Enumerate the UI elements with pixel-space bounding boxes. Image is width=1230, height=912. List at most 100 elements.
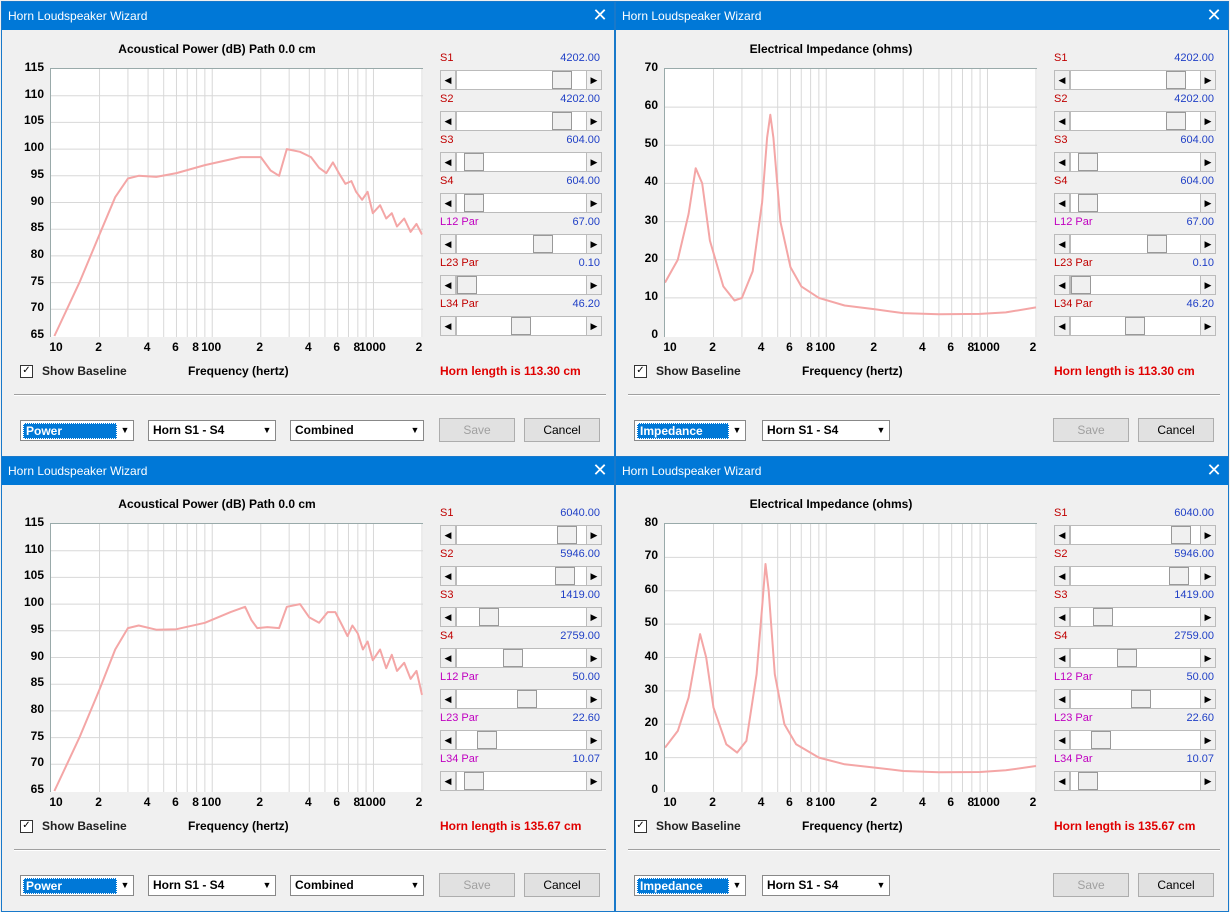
chevron-down-icon[interactable]: ▼ [117, 421, 133, 440]
scroll-left-arrow[interactable]: ◀ [440, 275, 456, 295]
slider-thumb[interactable] [1071, 276, 1091, 294]
slider-thumb[interactable] [1078, 194, 1099, 212]
combination-select[interactable]: Combined ▼ [290, 420, 424, 441]
scroll-left-arrow[interactable]: ◀ [440, 648, 456, 668]
scroll-right-arrow[interactable]: ▶ [1200, 566, 1216, 586]
scroll-left-arrow[interactable]: ◀ [440, 111, 456, 131]
slider-thumb[interactable] [510, 317, 531, 335]
scroll-right-arrow[interactable]: ▶ [1200, 730, 1216, 750]
slider-thumb[interactable] [516, 690, 537, 708]
scroll-left-arrow[interactable]: ◀ [440, 193, 456, 213]
scroll-left-arrow[interactable]: ◀ [440, 525, 456, 545]
scroll-left-arrow[interactable]: ◀ [1054, 566, 1070, 586]
slider-thumb[interactable] [554, 567, 575, 585]
scroll-right-arrow[interactable]: ▶ [1200, 771, 1216, 791]
scroll-right-arrow[interactable]: ▶ [586, 730, 602, 750]
slider-track[interactable] [1070, 70, 1216, 90]
slider-track[interactable] [1070, 193, 1216, 213]
scroll-right-arrow[interactable]: ▶ [1200, 689, 1216, 709]
save-button[interactable]: Save [1053, 418, 1129, 442]
scroll-left-arrow[interactable]: ◀ [440, 152, 456, 172]
scroll-left-arrow[interactable]: ◀ [1054, 111, 1070, 131]
checkbox-box[interactable]: ✓ [634, 820, 647, 833]
scroll-left-arrow[interactable]: ◀ [440, 689, 456, 709]
slider-track[interactable] [1070, 689, 1216, 709]
scroll-right-arrow[interactable]: ▶ [586, 193, 602, 213]
slider-thumb[interactable] [552, 112, 573, 130]
scroll-right-arrow[interactable]: ▶ [586, 70, 602, 90]
slider-thumb[interactable] [1090, 731, 1111, 749]
slider-thumb[interactable] [557, 526, 578, 544]
checkbox-box[interactable]: ✓ [634, 365, 647, 378]
scroll-left-arrow[interactable]: ◀ [440, 730, 456, 750]
slider-track[interactable] [1070, 275, 1216, 295]
slider-thumb[interactable] [1117, 649, 1138, 667]
slider-track[interactable] [456, 70, 602, 90]
scroll-left-arrow[interactable]: ◀ [1054, 525, 1070, 545]
display-mode-select[interactable]: Impedance ▼ [634, 875, 746, 896]
slider-track[interactable] [1070, 111, 1216, 131]
scroll-left-arrow[interactable]: ◀ [440, 607, 456, 627]
scroll-right-arrow[interactable]: ▶ [586, 607, 602, 627]
slider-track[interactable] [456, 234, 602, 254]
chevron-down-icon[interactable]: ▼ [407, 421, 423, 440]
scroll-left-arrow[interactable]: ◀ [1054, 648, 1070, 668]
scroll-right-arrow[interactable]: ▶ [1200, 607, 1216, 627]
display-mode-select[interactable]: Power ▼ [20, 420, 134, 441]
horn-section-select[interactable]: Horn S1 - S4 ▼ [762, 875, 890, 896]
scroll-left-arrow[interactable]: ◀ [1054, 70, 1070, 90]
slider-track[interactable] [1070, 566, 1216, 586]
slider-track[interactable] [1070, 730, 1216, 750]
close-button[interactable]: ✕ [586, 457, 614, 485]
slider-track[interactable] [456, 689, 602, 709]
scroll-right-arrow[interactable]: ▶ [586, 152, 602, 172]
slider-thumb[interactable] [1092, 608, 1113, 626]
scroll-right-arrow[interactable]: ▶ [586, 648, 602, 668]
chevron-down-icon[interactable]: ▼ [873, 876, 889, 895]
scroll-left-arrow[interactable]: ◀ [440, 771, 456, 791]
scroll-right-arrow[interactable]: ▶ [1200, 648, 1216, 668]
scroll-right-arrow[interactable]: ▶ [1200, 152, 1216, 172]
scroll-left-arrow[interactable]: ◀ [440, 234, 456, 254]
slider-track[interactable] [456, 525, 602, 545]
scroll-right-arrow[interactable]: ▶ [1200, 275, 1216, 295]
slider-track[interactable] [456, 566, 602, 586]
slider-thumb[interactable] [464, 772, 485, 790]
scroll-left-arrow[interactable]: ◀ [1054, 193, 1070, 213]
slider-track[interactable] [456, 193, 602, 213]
scroll-left-arrow[interactable]: ◀ [440, 316, 456, 336]
cancel-button[interactable]: Cancel [1138, 418, 1214, 442]
display-mode-select[interactable]: Power ▼ [20, 875, 134, 896]
slider-track[interactable] [456, 111, 602, 131]
slider-track[interactable] [1070, 771, 1216, 791]
chevron-down-icon[interactable]: ▼ [117, 876, 133, 895]
scroll-left-arrow[interactable]: ◀ [440, 70, 456, 90]
slider-track[interactable] [1070, 316, 1216, 336]
slider-thumb[interactable] [1124, 317, 1145, 335]
scroll-right-arrow[interactable]: ▶ [586, 771, 602, 791]
cancel-button[interactable]: Cancel [1138, 873, 1214, 897]
slider-thumb[interactable] [1171, 526, 1192, 544]
scroll-left-arrow[interactable]: ◀ [1054, 152, 1070, 172]
scroll-left-arrow[interactable]: ◀ [1054, 689, 1070, 709]
save-button[interactable]: Save [1053, 873, 1129, 897]
scroll-right-arrow[interactable]: ▶ [1200, 193, 1216, 213]
chevron-down-icon[interactable]: ▼ [873, 421, 889, 440]
slider-thumb[interactable] [1166, 112, 1187, 130]
slider-track[interactable] [456, 275, 602, 295]
checkbox-box[interactable]: ✓ [20, 820, 33, 833]
slider-track[interactable] [456, 607, 602, 627]
scroll-left-arrow[interactable]: ◀ [440, 566, 456, 586]
scroll-left-arrow[interactable]: ◀ [1054, 275, 1070, 295]
slider-thumb[interactable] [1168, 567, 1189, 585]
slider-track[interactable] [456, 771, 602, 791]
chevron-down-icon[interactable]: ▼ [729, 421, 745, 440]
slider-thumb[interactable] [464, 153, 485, 171]
scroll-right-arrow[interactable]: ▶ [1200, 111, 1216, 131]
checkbox-box[interactable]: ✓ [20, 365, 33, 378]
horn-section-select[interactable]: Horn S1 - S4 ▼ [148, 875, 276, 896]
slider-track[interactable] [1070, 525, 1216, 545]
scroll-right-arrow[interactable]: ▶ [586, 525, 602, 545]
slider-thumb[interactable] [1078, 153, 1099, 171]
slider-track[interactable] [1070, 234, 1216, 254]
